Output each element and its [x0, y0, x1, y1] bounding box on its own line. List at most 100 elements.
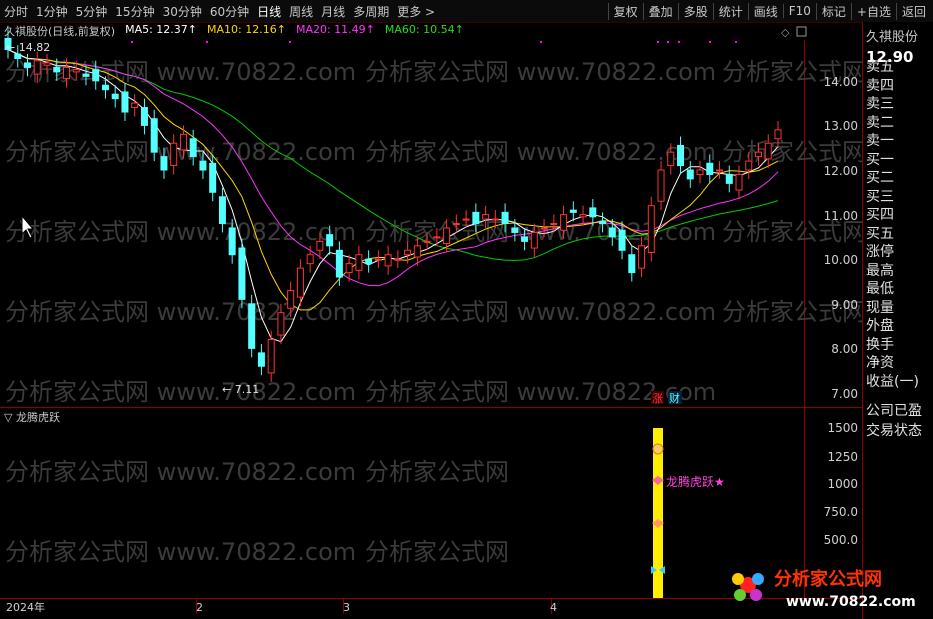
candle [638, 245, 646, 269]
quote-row: 最高 [866, 262, 894, 279]
quote-row: 卖四 [866, 77, 894, 94]
quote-row: 现量 [866, 299, 894, 316]
candle [443, 227, 451, 245]
status-row: 公司已盈 [866, 403, 922, 419]
candle [189, 138, 197, 158]
signal-dots [131, 41, 737, 43]
candle [92, 69, 100, 82]
candle [589, 207, 597, 218]
candle [228, 227, 236, 256]
candle [23, 62, 31, 68]
svg-text:分析家公式网 www.70822.com: 分析家公式网 www.70822.com [5, 378, 356, 406]
candle [764, 142, 772, 160]
candle [482, 214, 490, 220]
candle [355, 254, 363, 271]
price-label: 14.00 [824, 75, 858, 89]
svg-text:分析家公式网 www.70822.com: 分析家公式网 www.70822.com [365, 298, 716, 326]
svg-text:分析家公式网 www.70822.com: 分析家公式网 www.70822.com [5, 298, 356, 326]
candle [735, 173, 743, 191]
quote-row: 净资 [866, 355, 894, 371]
candle [131, 102, 139, 109]
candle [326, 234, 334, 247]
indicator-label: 750.0 [824, 505, 858, 519]
chart-grid [0, 40, 862, 614]
time-label: 3 [343, 601, 350, 614]
price-label: 11.00 [824, 209, 858, 223]
candle [745, 160, 753, 171]
candle [423, 240, 431, 243]
svg-text:分析家公式网: 分析家公式网 [365, 538, 509, 566]
quote-row: 卖一 [866, 133, 894, 149]
candle [472, 211, 480, 225]
candle [209, 162, 217, 193]
indicator-title: ▽ 龙腾虎跃 [4, 411, 60, 424]
kline-chart[interactable]: 分析家公式网 www.70822.com 分析家公式网 www.70822.co… [0, 0, 933, 619]
diamond-icon[interactable]: ◇ [781, 26, 790, 39]
quote-row: 换手 [866, 336, 894, 353]
candle [686, 169, 694, 180]
svg-text:分析家公式网 www.70822.com: 分析家公式网 www.70822.com [365, 58, 716, 86]
money-bag-icon [652, 443, 664, 455]
svg-text:分析家公式网 www.70822.com: 分析家公式网 www.70822.com [365, 138, 716, 166]
candle [462, 218, 470, 221]
svg-text:分析家公式网 www.70822.com: 分析家公式网 www.70822.com [5, 218, 356, 246]
candle [316, 240, 324, 251]
indicator-label: 1000 [827, 477, 858, 491]
indicator-axis: 1500 1250 1000 750.0 500.0 [824, 421, 858, 547]
candle [72, 69, 80, 73]
candle [725, 173, 733, 184]
candle [579, 214, 587, 218]
candle [608, 227, 616, 238]
candle [14, 53, 22, 60]
quote-row: 卖五 [866, 59, 894, 75]
maximize-icon[interactable] [796, 26, 807, 37]
candle [365, 258, 373, 265]
price-label: 8.00 [831, 342, 858, 356]
candle [345, 263, 353, 274]
candle [199, 160, 207, 171]
candle [706, 162, 714, 175]
time-label: 4 [550, 601, 557, 614]
candle [374, 258, 382, 261]
candle [335, 249, 343, 278]
candle [530, 231, 538, 249]
price-label: 13.00 [824, 119, 858, 133]
candle [33, 60, 41, 75]
price-label: 10.00 [824, 253, 858, 267]
quote-row: 买五 [866, 225, 894, 242]
candle [774, 129, 782, 140]
indicator-label: 500.0 [824, 533, 858, 547]
candle [491, 218, 499, 221]
quote-row: 外盘 [866, 318, 894, 334]
candle [755, 151, 763, 158]
zhang-badge-label: 涨 [652, 392, 663, 405]
candle [716, 169, 724, 172]
quote-row: 买三 [866, 188, 894, 205]
candle [569, 209, 577, 213]
candle [277, 312, 285, 336]
candle [179, 133, 187, 151]
signal-label: 龙腾虎跃★ [666, 474, 725, 489]
cai-badge-label: 财 [669, 391, 680, 405]
time-label: 2 [196, 601, 203, 614]
candle [550, 223, 558, 226]
candle [511, 227, 519, 233]
svg-text:分析家公式网 www.70822.com: 分析家公式网 www.70822.com [5, 458, 356, 486]
candle [628, 254, 636, 274]
candle [599, 220, 607, 225]
quote-row: 涨停 [866, 244, 894, 260]
svg-text:分析家公式网: 分析家公式网 [722, 138, 866, 166]
candle [667, 151, 675, 167]
candle [413, 245, 421, 258]
price-label: 12.00 [824, 164, 858, 178]
quote-row: 卖二 [866, 114, 894, 131]
candle [384, 254, 392, 267]
price-label: 7.00 [831, 387, 858, 401]
candle [53, 66, 61, 73]
candle [111, 93, 119, 100]
candle [657, 169, 665, 202]
quote-row: 最低 [866, 281, 894, 297]
quote-row: 收益(一) [866, 373, 919, 390]
candle [677, 144, 685, 167]
candle [433, 236, 441, 239]
